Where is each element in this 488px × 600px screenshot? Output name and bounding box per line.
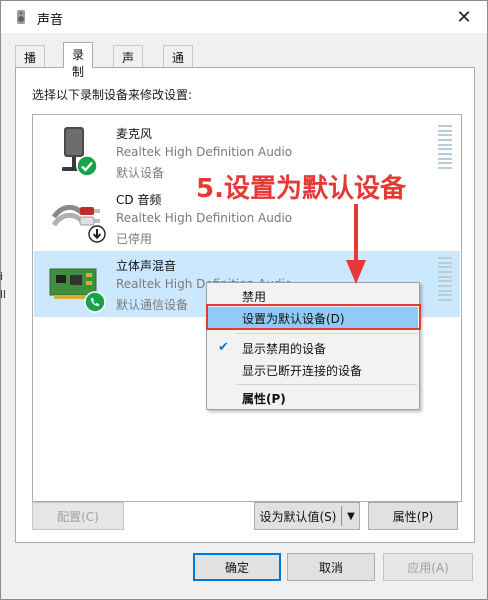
device-name: 立体声混音 (116, 259, 177, 273)
apply-button[interactable]: 应用(A) (383, 553, 473, 581)
menu-item-show-disabled[interactable]: ✔ 显示禁用的设备 (208, 337, 418, 359)
device-status: 默认设备 (116, 166, 165, 180)
menu-divider (237, 333, 417, 334)
green-check-icon (76, 155, 98, 177)
menu-item-show-disconnected[interactable]: 显示已断开连接的设备 (208, 359, 418, 381)
menu-item-label: 显示禁用的设备 (242, 341, 327, 356)
tab-sounds[interactable]: 声音 (113, 45, 144, 82)
tab-playback[interactable]: 播放 (15, 45, 46, 82)
menu-item-label: 显示已断开连接的设备 (242, 363, 363, 378)
window-title: 声音 (37, 13, 64, 28)
background-text-fragment: i (0, 270, 4, 283)
menu-item-properties[interactable]: 属性(P) (208, 387, 418, 409)
down-arrow-disabled-icon (88, 225, 106, 243)
set-default-split-button[interactable]: 设为默认值(S) ▼ (254, 502, 360, 530)
red-arrow-icon (346, 204, 366, 284)
menu-item-label: 禁用 (242, 289, 267, 304)
speaker-icon (17, 10, 25, 24)
configure-button[interactable]: 配置(C) (32, 502, 124, 530)
cancel-button[interactable]: 取消 (287, 553, 375, 581)
device-driver: Realtek High Definition Audio (116, 145, 293, 159)
instruction-text: 选择以下录制设备来修改设置: (32, 88, 193, 102)
tab-recording[interactable]: 录制 (63, 42, 94, 79)
checkmark-icon: ✔ (218, 340, 229, 355)
close-icon: ✕ (456, 6, 472, 28)
dropdown-arrow-icon[interactable]: ▼ (343, 503, 359, 529)
device-status: 已停用 (116, 232, 153, 246)
tab-communications[interactable]: 通信 (163, 45, 194, 82)
split-divider (341, 506, 342, 526)
level-meter (438, 125, 452, 169)
device-driver: Realtek High Definition Audio (116, 211, 293, 225)
context-menu: 禁用 设置为默认设备(D) ✔ 显示禁用的设备 显示已断开连接的设备 属性(P) (206, 282, 420, 410)
annotation-highlight-box (206, 304, 421, 330)
green-phone-icon (84, 291, 106, 313)
background-text-fragment: ll (0, 288, 7, 301)
properties-button[interactable]: 属性(P) (368, 502, 458, 530)
set-default-button[interactable]: 设为默认值(S) (255, 503, 341, 529)
device-name: 麦克风 (116, 127, 153, 141)
ok-button[interactable]: 确定 (193, 553, 281, 581)
annotation-text: 5.设置为默认设备 (196, 174, 406, 204)
device-status: 默认通信设备 (116, 298, 189, 312)
level-meter (438, 257, 452, 301)
menu-item-label: 属性(P) (242, 391, 286, 406)
device-name: CD 音频 (116, 193, 162, 207)
title-bar: 声音 ✕ (1, 1, 487, 33)
close-button[interactable]: ✕ (441, 1, 487, 33)
menu-divider (237, 384, 417, 385)
